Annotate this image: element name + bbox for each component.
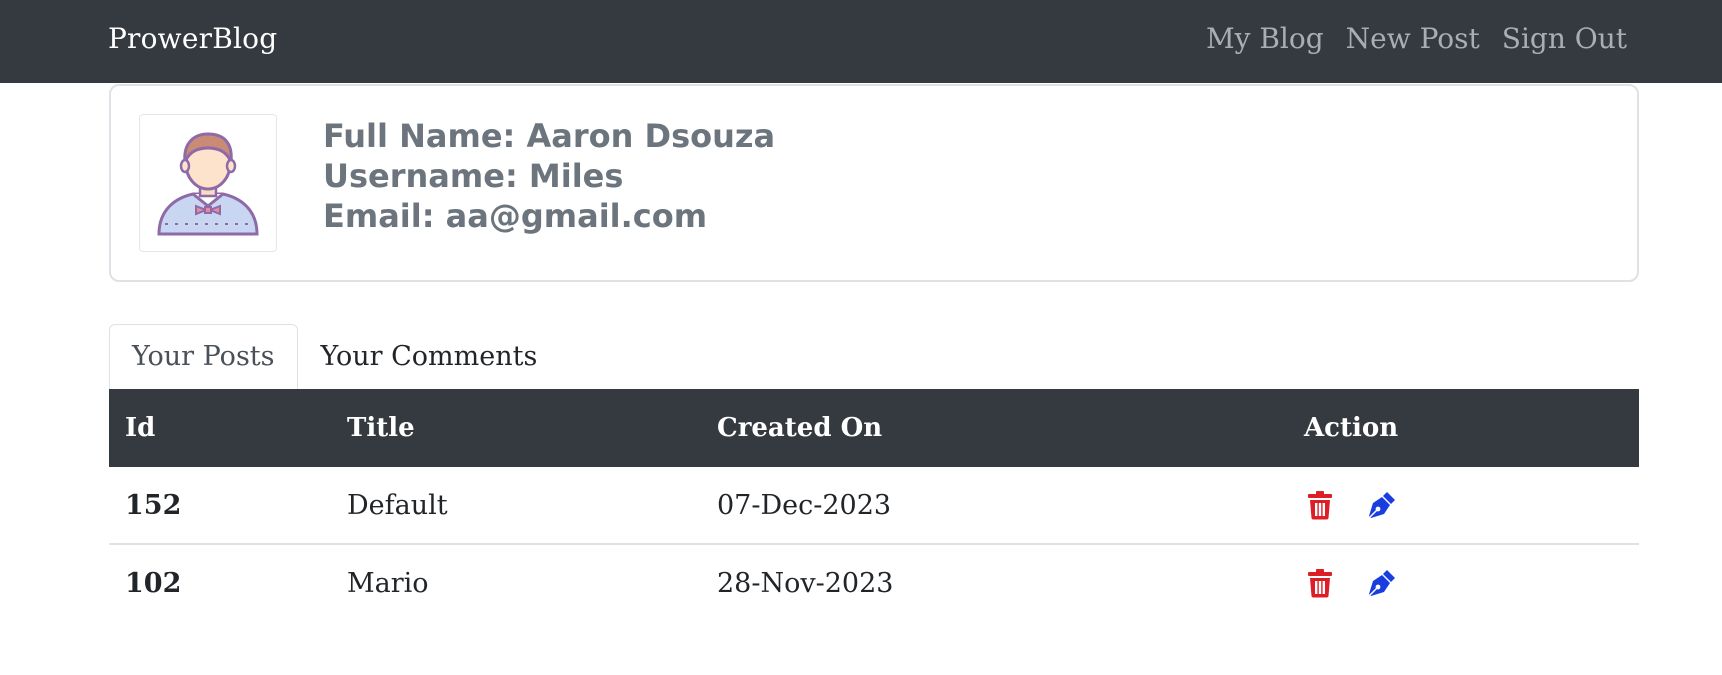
pen-icon[interactable] [1366,567,1398,599]
avatar [139,114,277,252]
table-header: Id Title Created On Action [109,389,1639,467]
profile-card: Full Name: Aaron Dsouza Username: Miles … [109,84,1639,282]
header-created-on: Created On [717,413,883,443]
table-body: 152 Default 07-Dec-2023 102 Mario 28-Nov… [109,467,1639,621]
row-id: 152 [125,489,182,521]
header-title: Title [347,413,415,443]
trash-icon[interactable] [1304,489,1336,521]
nav-link-new-post[interactable]: New Post [1346,22,1480,55]
profile-username: Username: Miles [323,157,624,195]
trash-icon[interactable] [1304,567,1336,599]
row-action-group [1304,567,1639,599]
posts-table: Id Title Created On Action 152 Default 0… [109,389,1639,621]
profile-info: Full Name: Aaron Dsouza Username: Miles … [323,116,775,236]
header-id: Id [125,413,156,443]
tab-your-posts[interactable]: Your Posts [109,324,298,390]
navbar: ProwerBlog My Blog New Post Sign Out [0,0,1722,83]
user-avatar-icon [157,132,259,236]
row-actions [1288,544,1639,621]
table-row: 152 Default 07-Dec-2023 [109,467,1639,544]
row-title[interactable]: Mario [331,544,701,621]
header-action: Action [1304,413,1399,443]
table-row: 102 Mario 28-Nov-2023 [109,544,1639,621]
profile-full-name: Full Name: Aaron Dsouza [323,117,776,155]
row-actions [1288,467,1639,544]
profile-tabs: Your Posts Your Comments [109,324,560,390]
tab-your-comments[interactable]: Your Comments [298,324,561,390]
nav-links: My Blog New Post Sign Out [1206,22,1627,55]
table-header-row: Id Title Created On Action [109,389,1639,467]
row-id: 102 [125,567,182,599]
row-created-on: 28-Nov-2023 [717,567,894,599]
row-title[interactable]: Default [331,467,701,544]
row-action-group [1304,489,1639,521]
brand-logo[interactable]: ProwerBlog [108,22,277,55]
profile-email: Email: aa@gmail.com [323,197,708,235]
nav-link-sign-out[interactable]: Sign Out [1502,22,1627,55]
pen-icon[interactable] [1366,489,1398,521]
nav-link-my-blog[interactable]: My Blog [1206,22,1324,55]
row-created-on: 07-Dec-2023 [717,489,892,521]
